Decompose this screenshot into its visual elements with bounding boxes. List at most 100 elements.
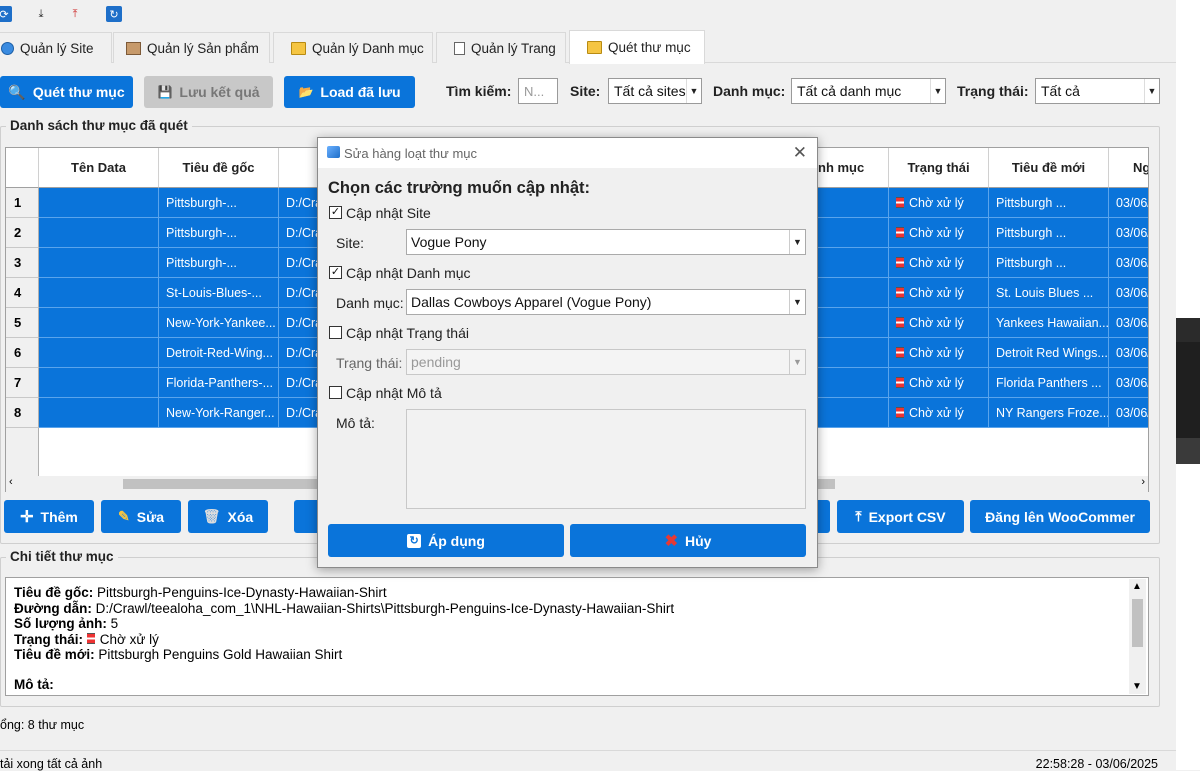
search-input[interactable]: N... (518, 78, 558, 104)
column-header[interactable]: Trạng thái (889, 148, 989, 188)
status-select[interactable]: pending ▼ (406, 349, 806, 375)
chevron-down-icon[interactable]: ▼ (1132, 681, 1142, 692)
cell-name[interactable] (39, 188, 159, 218)
tab-products[interactable]: Quản lý Sản phẩm (113, 32, 270, 63)
cell-new-title[interactable]: Pittsburgh ... (989, 188, 1109, 218)
tab-categories[interactable]: Quản lý Danh mục (273, 32, 433, 63)
cell-date[interactable]: 03/06/ (1109, 278, 1148, 308)
publish-woocommerce-button[interactable]: Đăng lên WooCommer (970, 500, 1150, 533)
cell-date[interactable]: 03/06/ (1109, 398, 1148, 428)
cell-new-title[interactable]: Yankees Hawaiian... (989, 308, 1109, 338)
cell-new-title[interactable]: Pittsburgh ... (989, 248, 1109, 278)
site-select[interactable]: Vogue Pony ▼ (406, 229, 806, 255)
chevron-left-icon[interactable]: ‹ (9, 476, 13, 488)
cell-category[interactable] (818, 188, 889, 218)
cell-name[interactable] (39, 218, 159, 248)
cell-status[interactable]: Chờ xử lý (889, 308, 989, 338)
cell-new-title[interactable]: St. Louis Blues ... (989, 278, 1109, 308)
cell-name[interactable] (39, 368, 159, 398)
cell-category[interactable] (818, 218, 889, 248)
cancel-button[interactable]: ✖ Hủy (570, 524, 806, 557)
row-header[interactable]: 4 (6, 278, 39, 308)
cell-status[interactable]: Chờ xử lý (889, 398, 989, 428)
cell-original-title[interactable]: Pittsburgh-... (159, 218, 279, 248)
status-filter-select[interactable]: Tất cả ▼ (1035, 78, 1160, 104)
close-icon[interactable]: ✕ (793, 143, 807, 163)
add-button[interactable]: ✛ Thêm (4, 500, 94, 533)
description-textarea[interactable] (406, 409, 806, 509)
cell-status[interactable]: Chờ xử lý (889, 248, 989, 278)
cell-category[interactable] (818, 308, 889, 338)
row-header[interactable]: 8 (6, 398, 39, 428)
update-category-checkbox[interactable]: ✓ (329, 266, 342, 279)
column-header[interactable]: Tên Data (39, 148, 159, 188)
site-filter-select[interactable]: Tất cả sites ▼ (608, 78, 702, 104)
cell-original-title[interactable]: Pittsburgh-... (159, 248, 279, 278)
cell-status[interactable]: Chờ xử lý (889, 278, 989, 308)
scan-folder-button[interactable]: 🔍 Quét thư mục (0, 76, 133, 108)
apply-button[interactable]: ↻ Áp dụng (328, 524, 564, 557)
row-header[interactable]: 7 (6, 368, 39, 398)
category-filter-select[interactable]: Tất cả danh mục ▼ (791, 78, 946, 104)
column-header[interactable] (279, 148, 319, 188)
cell-status[interactable]: Chờ xử lý (889, 188, 989, 218)
update-status-checkbox[interactable] (329, 326, 342, 339)
row-header[interactable]: 2 (6, 218, 39, 248)
cell-name[interactable] (39, 248, 159, 278)
cell-new-title[interactable]: Detroit Red Wings... (989, 338, 1109, 368)
cell-name[interactable] (39, 398, 159, 428)
export-csv-button[interactable]: ⤒ Export CSV (837, 500, 964, 533)
cell-original-title[interactable]: New-York-Ranger... (159, 398, 279, 428)
detail-textbox[interactable]: Tiêu đề gốc: Pittsburgh-Penguins-Ice-Dyn… (5, 577, 1149, 696)
column-header[interactable]: nh mục (818, 148, 889, 188)
cell-original-title[interactable]: New-York-Yankee... (159, 308, 279, 338)
cell-category[interactable] (818, 338, 889, 368)
cell-original-title[interactable]: Pittsburgh-... (159, 188, 279, 218)
tab-scan-folder[interactable]: Quét thư mục (569, 30, 705, 64)
row-header[interactable]: 5 (6, 308, 39, 338)
cell-new-title[interactable]: Pittsburgh ... (989, 218, 1109, 248)
edit-button[interactable]: ✎ Sửa (101, 500, 181, 533)
download-icon[interactable]: ⤓ (33, 6, 49, 22)
chevron-up-icon[interactable]: ▲ (1132, 581, 1142, 592)
cell-category[interactable] (818, 278, 889, 308)
row-header[interactable]: 1 (6, 188, 39, 218)
row-header[interactable]: 3 (6, 248, 39, 278)
cell-category[interactable] (818, 368, 889, 398)
update-site-checkbox[interactable]: ✓ (329, 206, 342, 219)
scrollbar-thumb[interactable] (1132, 599, 1143, 647)
detail-vertical-scrollbar[interactable]: ▲ ▼ (1129, 579, 1146, 694)
cell-name[interactable] (39, 278, 159, 308)
cell-new-title[interactable]: Florida Panthers ... (989, 368, 1109, 398)
row-header[interactable]: 6 (6, 338, 39, 368)
refresh-icon[interactable]: ⟳ (0, 6, 12, 22)
chevron-right-icon[interactable]: › (1141, 476, 1145, 488)
cell-status[interactable]: Chờ xử lý (889, 338, 989, 368)
column-header[interactable]: Tiêu đề gốc (159, 148, 279, 188)
sync-icon[interactable]: ↻ (106, 6, 122, 22)
upload-icon[interactable]: ⤒ (67, 6, 83, 22)
cell-date[interactable]: 03/06/ (1109, 368, 1148, 398)
update-description-checkbox[interactable] (329, 386, 342, 399)
cell-date[interactable]: 03/06/ (1109, 308, 1148, 338)
tab-pages[interactable]: Quản lý Trang (436, 32, 566, 63)
cell-original-title[interactable]: Detroit-Red-Wing... (159, 338, 279, 368)
save-results-button[interactable]: 💾 Lưu kết quả (144, 76, 273, 108)
column-header[interactable]: Ng (1109, 148, 1148, 188)
cell-original-title[interactable]: St-Louis-Blues-... (159, 278, 279, 308)
cell-date[interactable]: 03/06/ (1109, 188, 1148, 218)
cell-status[interactable]: Chờ xử lý (889, 368, 989, 398)
cell-category[interactable] (818, 248, 889, 278)
load-saved-button[interactable]: 📂 Load đã lưu (284, 76, 415, 108)
category-select[interactable]: Dallas Cowboys Apparel (Vogue Pony) ▼ (406, 289, 806, 315)
delete-button[interactable]: 🗑 Xóa (188, 500, 268, 533)
tab-site[interactable]: Quản lý Site (0, 32, 112, 63)
cell-date[interactable]: 03/06/ (1109, 338, 1148, 368)
column-header[interactable]: Tiêu đề mới (989, 148, 1109, 188)
cell-date[interactable]: 03/06/ (1109, 218, 1148, 248)
cell-new-title[interactable]: NY Rangers Froze... (989, 398, 1109, 428)
cell-category[interactable] (818, 398, 889, 428)
cell-date[interactable]: 03/06/ (1109, 248, 1148, 278)
cell-status[interactable]: Chờ xử lý (889, 218, 989, 248)
cell-name[interactable] (39, 338, 159, 368)
